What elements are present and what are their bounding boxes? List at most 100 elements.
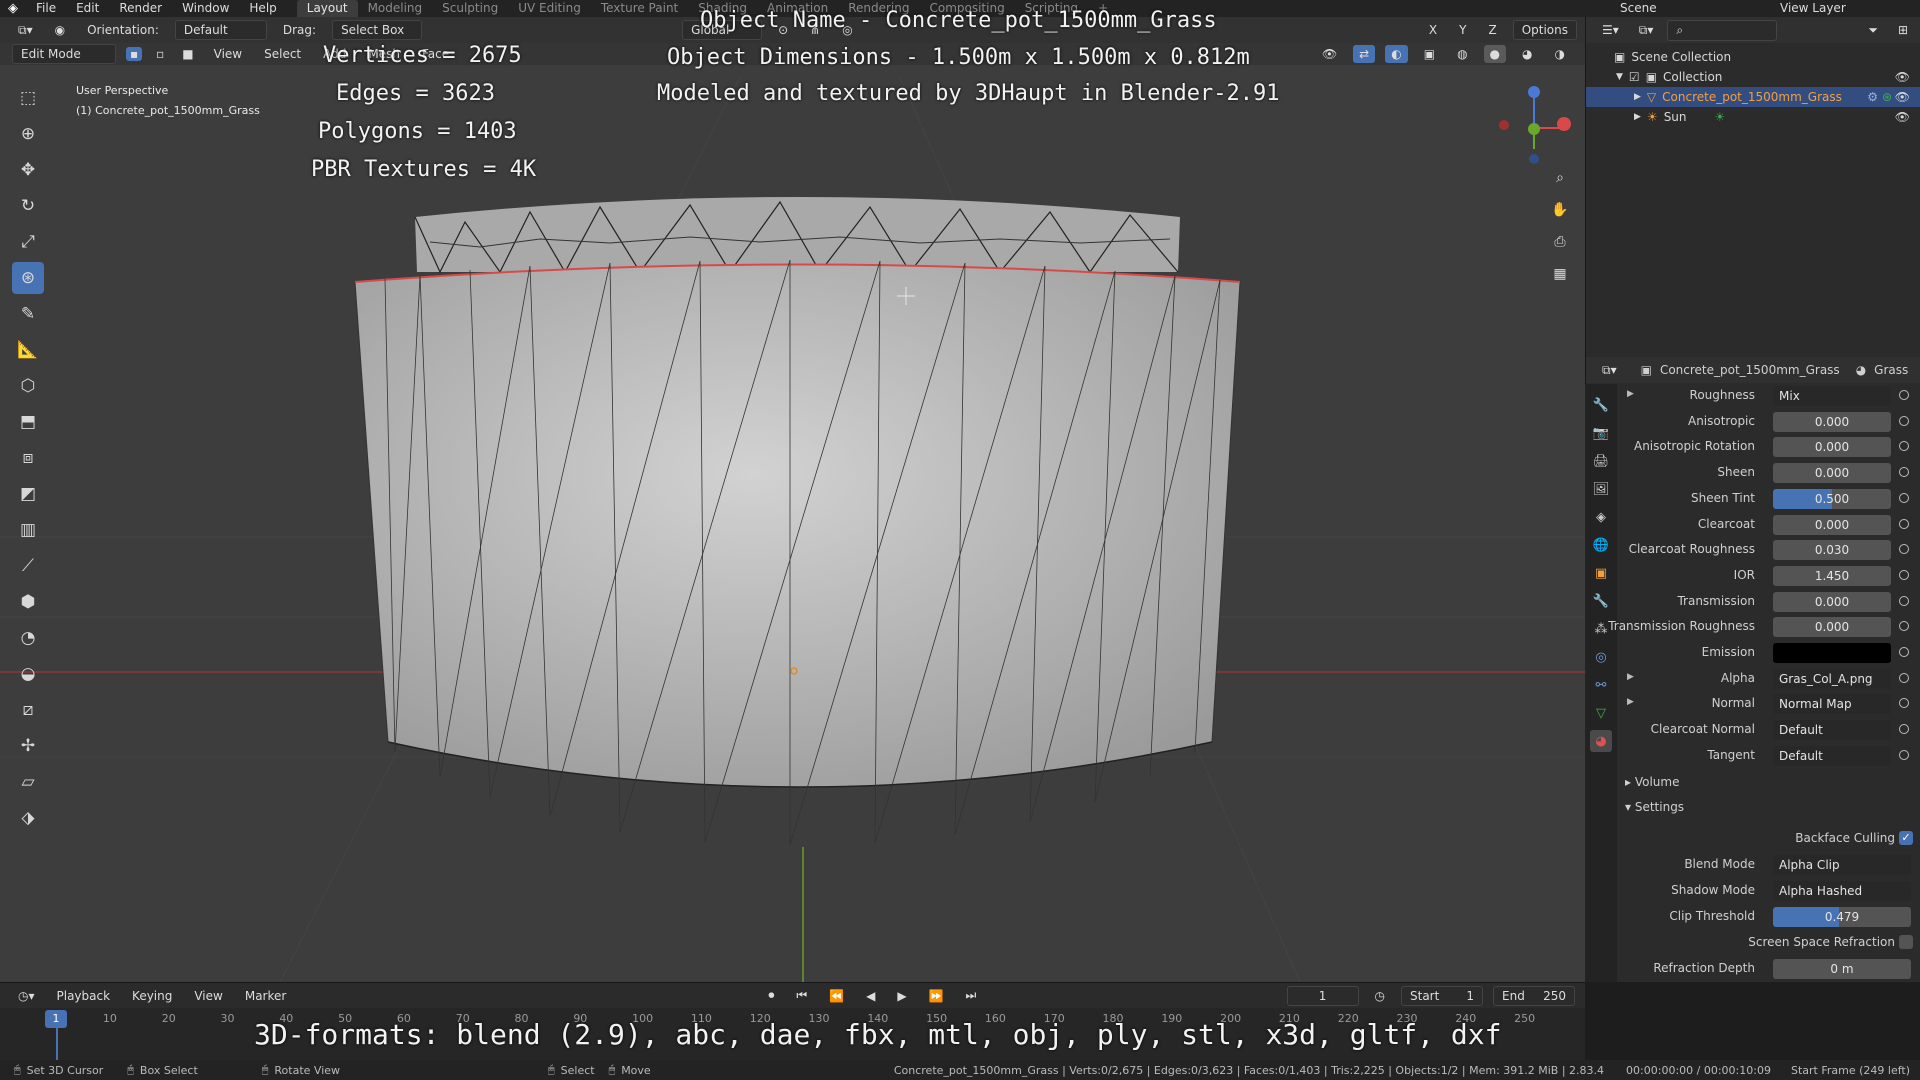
shear-icon[interactable]: ▱ (12, 766, 44, 798)
socket-link-icon[interactable] (1899, 672, 1909, 683)
scene-selector[interactable]: Scene (1610, 0, 1770, 17)
mirror-x-toggle[interactable]: X (1423, 21, 1443, 39)
tool-settings-icon[interactable]: ◉ (49, 21, 71, 39)
ortho-grid-icon[interactable]: ▦ (1548, 263, 1572, 285)
select-box-icon[interactable]: ⬚ (12, 82, 44, 114)
gizmo-toggle-icon[interactable]: ⇄ (1353, 45, 1376, 63)
tab-layout[interactable]: Layout (296, 0, 358, 17)
tab-texture-paint[interactable]: Texture Paint (591, 0, 688, 17)
volume-section-header[interactable]: ▸ Volume (1625, 775, 1679, 789)
socket-link-icon[interactable] (1899, 441, 1909, 452)
prop-value-field[interactable]: Normal Map (1773, 694, 1891, 715)
output-tab-icon[interactable]: 🖨 (1590, 450, 1612, 472)
menu-select[interactable]: Select (258, 45, 307, 63)
prop-value-field[interactable]: Mix (1773, 386, 1891, 406)
prop-value-field[interactable]: 1.450 (1773, 565, 1891, 586)
material-tab-icon[interactable]: ◕ (1590, 730, 1612, 752)
material-shading-icon[interactable]: ◕ (1516, 45, 1538, 63)
socket-link-icon[interactable] (1899, 518, 1909, 529)
view-layer-selector[interactable]: View Layer (1770, 0, 1920, 17)
edge-slide-icon[interactable]: ⧄ (12, 694, 44, 726)
solid-shading-icon[interactable]: ● (1483, 45, 1507, 63)
menu-window[interactable]: Window (172, 0, 239, 17)
socket-link-icon[interactable] (1899, 544, 1909, 555)
prop-value-field[interactable]: 0.000 (1773, 411, 1891, 432)
collection-checkbox[interactable]: ☑ (1629, 70, 1640, 84)
prop-value-field[interactable] (1773, 643, 1891, 663)
object-tab-icon[interactable]: ▣ (1590, 562, 1612, 584)
scale-icon[interactable]: ⤢ (12, 226, 44, 258)
world-tab-icon[interactable]: 🌐 (1590, 534, 1612, 556)
expand-arrow-icon[interactable]: ▶ (1627, 697, 1634, 707)
annotate-icon[interactable]: ✎ (12, 298, 44, 330)
play-icon[interactable]: ▶ (891, 987, 912, 1005)
socket-link-icon[interactable] (1899, 569, 1909, 580)
move-icon[interactable]: ✥ (12, 154, 44, 186)
shadow-mode-dropdown[interactable]: Alpha Hashed (1773, 881, 1911, 901)
camera-view-icon[interactable]: ⎙ (1548, 231, 1572, 253)
tab-uv-editing[interactable]: UV Editing (508, 0, 591, 17)
socket-link-icon[interactable] (1899, 492, 1909, 503)
prop-value-field[interactable]: 0.000 (1773, 437, 1891, 458)
overlay-toggle-icon[interactable]: ◐ (1385, 45, 1408, 63)
socket-link-icon[interactable] (1899, 467, 1909, 478)
expand-arrow-icon[interactable]: ▶ (1627, 389, 1634, 399)
outliner-search-input[interactable]: ⌕ (1667, 19, 1778, 41)
zoom-icon[interactable]: ⌕ (1548, 167, 1572, 189)
editor-type-icon[interactable]: ⧉▾ (12, 21, 39, 40)
smooth-icon[interactable]: ◒ (12, 658, 44, 690)
outliner-editor-type-icon[interactable]: ☰▾ (1596, 21, 1625, 39)
measure-icon[interactable]: 📐 (12, 334, 44, 366)
next-keyframe-icon[interactable]: ⏩ (923, 987, 950, 1005)
prop-value-field[interactable]: 0.000 (1773, 591, 1891, 612)
playhead[interactable]: 1 (45, 1010, 67, 1028)
mesh-data-tab-icon[interactable]: ▽ (1590, 702, 1612, 724)
modifier-tab-icon[interactable]: 🔧 (1590, 590, 1612, 612)
constraints-tab-icon[interactable]: ⚯ (1590, 674, 1612, 696)
cursor-icon[interactable]: ⊕ (12, 118, 44, 150)
mode-dropdown[interactable]: Edit Mode (12, 44, 116, 64)
expand-arrow-icon[interactable]: ▶ (1634, 112, 1641, 122)
play-reverse-icon[interactable]: ◀ (860, 987, 881, 1005)
start-frame-field[interactable]: Start 1 (1401, 985, 1483, 1006)
render-tab-icon[interactable]: 📷 (1590, 422, 1612, 444)
scene-tab-icon[interactable]: ◈ (1590, 506, 1612, 528)
filter-icon[interactable]: ⏷ (1862, 21, 1884, 40)
socket-link-icon[interactable] (1899, 698, 1909, 709)
extrude-icon[interactable]: ⬒ (12, 406, 44, 438)
mirror-z-toggle[interactable]: Z (1482, 21, 1502, 39)
menu-view[interactable]: View (208, 45, 248, 63)
prop-value-field[interactable]: 0.000 (1773, 514, 1891, 535)
prop-value-field[interactable]: 0.000 (1773, 617, 1891, 638)
menu-help[interactable]: Help (239, 0, 286, 17)
vertex-select-icon[interactable]: ▪ (126, 47, 143, 61)
prop-value-field[interactable]: Default (1773, 745, 1891, 766)
inset-icon[interactable]: ⧈ (12, 442, 44, 474)
poly-build-icon[interactable]: ⬢ (12, 586, 44, 618)
outliner-collection[interactable]: ▼ ☑ ▣ Collection 👁 (1586, 67, 1920, 87)
record-icon[interactable]: ⏺ (762, 986, 780, 1005)
knife-icon[interactable]: ⟋ (12, 550, 44, 582)
prop-value-field[interactable]: 0.030 (1773, 540, 1891, 561)
wireframe-shading-icon[interactable]: ◍ (1451, 45, 1473, 63)
socket-link-icon[interactable] (1899, 647, 1909, 657)
timeline-editor-type-icon[interactable]: ◷▾ (12, 987, 41, 1005)
expand-arrow-icon[interactable]: ▼ (1616, 72, 1623, 82)
menu-file[interactable]: File (26, 0, 66, 17)
socket-link-icon[interactable] (1899, 749, 1909, 760)
timeline-view-menu[interactable]: View (188, 987, 228, 1005)
current-frame-field[interactable]: 1 (1286, 985, 1359, 1006)
jump-end-icon[interactable]: ⏭ (960, 986, 983, 1005)
physics-tab-icon[interactable]: ◎ (1590, 646, 1612, 668)
refraction-depth-field[interactable]: 0 m (1773, 959, 1911, 979)
shrink-fatten-icon[interactable]: ✢ (12, 730, 44, 762)
prop-value-field[interactable]: 0.000 (1773, 463, 1891, 484)
display-mode-icon[interactable]: ⧉▾ (1633, 21, 1660, 40)
expand-arrow-icon[interactable]: ▶ (1634, 92, 1641, 102)
navigation-gizmo[interactable] (1499, 86, 1571, 164)
rotate-icon[interactable]: ↻ (12, 190, 44, 222)
rendered-shading-icon[interactable]: ◑ (1549, 45, 1571, 63)
visibility-eye-icon[interactable]: 👁 (1895, 90, 1910, 104)
mirror-y-toggle[interactable]: Y (1453, 21, 1472, 39)
socket-link-icon[interactable] (1899, 724, 1909, 735)
